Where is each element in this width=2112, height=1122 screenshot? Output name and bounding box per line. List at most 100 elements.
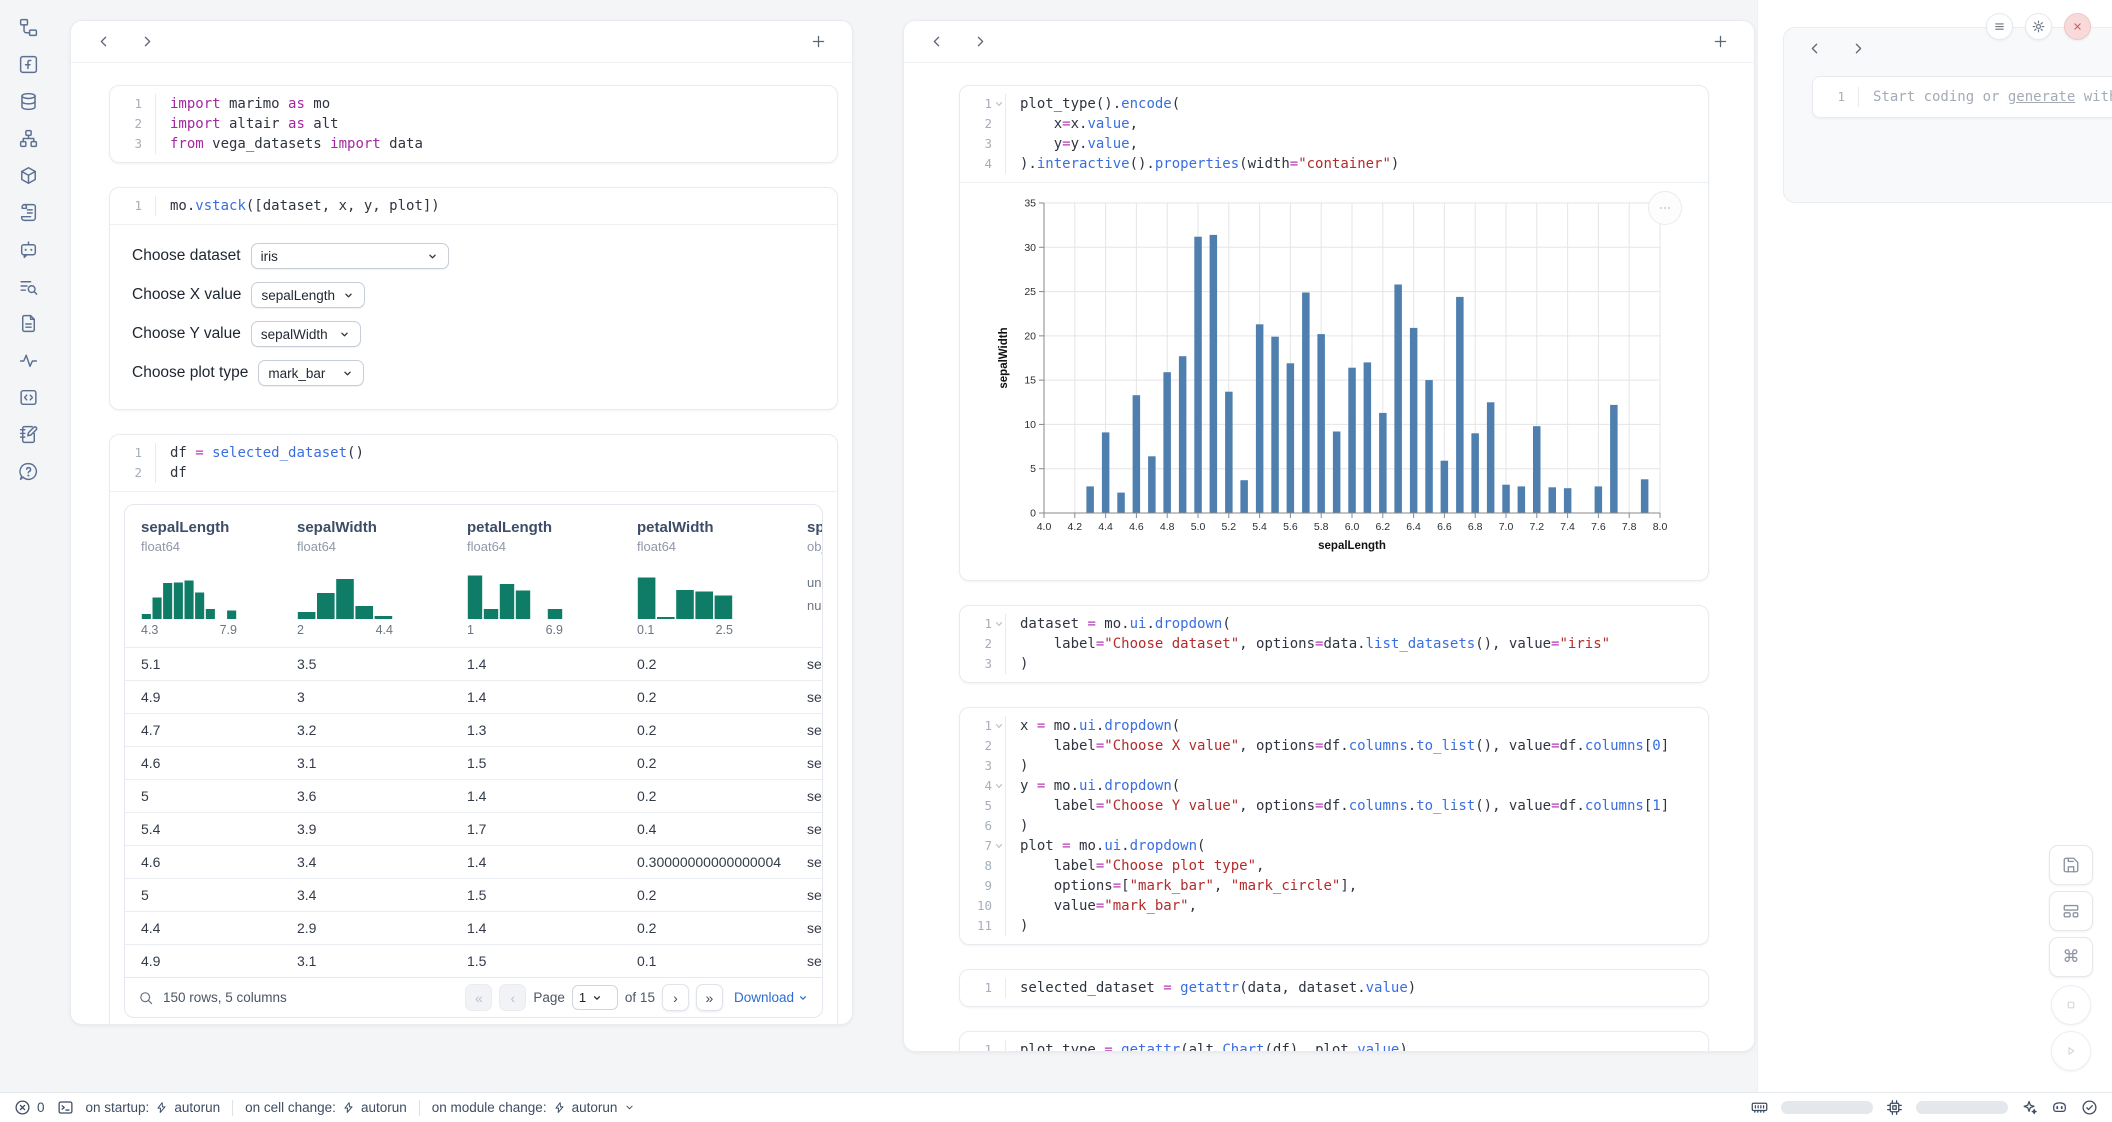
code-editor[interactable]: 1plot_type = getattr(alt.Chart(df), plot… [960, 1032, 1708, 1052]
marimo-app: 1import marimo as mo2import altair as al… [0, 0, 2112, 1122]
last-page-button[interactable]: » [696, 984, 723, 1011]
copilot-icon [2051, 1099, 2068, 1116]
dropdown-choose-y-value[interactable]: sepalWidth [251, 321, 361, 347]
ai-assistant-button[interactable] [2021, 1099, 2038, 1116]
sidebar-item-activity[interactable] [17, 349, 39, 371]
table-cell: 0.4 [621, 821, 791, 837]
on-cell-change-setting[interactable]: on cell change: autorun [245, 1100, 407, 1115]
scratchpad-panel: 1 Start coding or generate with [1783, 27, 2112, 203]
terminal-button[interactable] [57, 1099, 74, 1116]
sidebar-item-scroll[interactable] [17, 201, 39, 223]
cpu-icon [1886, 1099, 1903, 1116]
close-button[interactable] [2064, 13, 2091, 40]
column-header-sepalWidth[interactable]: sepalWidthfloat6424.4 [281, 519, 451, 637]
fold-toggle[interactable] [992, 720, 1005, 732]
code-editor[interactable]: 1dataset = mo.ui.dropdown(2 label="Choos… [960, 606, 1708, 682]
code-editor[interactable]: 1import marimo as mo2import altair as al… [110, 86, 837, 162]
panel-header [71, 21, 852, 63]
dropdown-choose-plot-type[interactable]: mark_bar [258, 360, 364, 386]
fold-marker [142, 200, 155, 212]
dataframe-output: sepalLengthfloat644.37.9sepalWidthfloat6… [110, 491, 837, 1018]
connection-status-button[interactable] [2081, 1099, 2098, 1116]
previous-page-button[interactable]: ‹ [499, 984, 526, 1011]
next-page-button[interactable]: › [662, 984, 689, 1011]
table-cell: 0.2 [621, 656, 791, 672]
divider [419, 1100, 420, 1116]
line-number: 2 [984, 114, 992, 134]
column-header-petalLength[interactable]: petalLengthfloat6416.9 [451, 519, 621, 637]
settings-button[interactable] [2025, 13, 2052, 40]
column-header-petalWidth[interactable]: petalWidthfloat640.12.5 [621, 519, 791, 637]
sidebar-item-database[interactable] [17, 90, 39, 112]
code-editor[interactable]: 1df = selected_dataset()2df [110, 435, 837, 491]
dropdown-choose-x-value[interactable]: sepalLength [251, 282, 365, 308]
svg-text:4.4: 4.4 [1098, 521, 1113, 533]
table-cell: 3.6 [281, 788, 451, 804]
add-cell-button[interactable] [810, 33, 828, 51]
layout-button[interactable] [2049, 891, 2093, 931]
line-number: 1 [134, 94, 142, 114]
dropdown-value: iris [261, 249, 420, 264]
copilot-button[interactable] [2051, 1099, 2068, 1116]
scroll-left-button[interactable] [95, 33, 113, 51]
chart-actions-button[interactable] [1648, 191, 1682, 225]
sidebar-item-notebook-pen[interactable] [17, 423, 39, 445]
scroll-left-button[interactable] [928, 33, 946, 51]
scroll-left-button[interactable] [1806, 39, 1824, 57]
generate-link[interactable]: generate [2008, 89, 2075, 105]
sidebar-item-code-block[interactable] [17, 386, 39, 408]
column-header-sepalLength[interactable]: sepalLengthfloat644.37.9 [125, 519, 281, 637]
sidebar-item-org-chart[interactable] [17, 127, 39, 149]
first-page-button[interactable]: « [465, 984, 492, 1011]
sidebar-item-list-search[interactable] [17, 275, 39, 297]
line-gutter: 6 [960, 816, 1006, 836]
table-cell: 0.2 [621, 788, 791, 804]
fold-toggle[interactable] [992, 840, 1005, 852]
scroll-right-button[interactable] [139, 33, 157, 51]
table-cell: 3.9 [281, 821, 451, 837]
code-editor[interactable]: 1mo.vstack([dataset, x, y, plot]) [110, 188, 837, 224]
download-button[interactable]: Download [734, 990, 809, 1005]
scratchpad-editor[interactable]: 1 Start coding or generate with [1813, 77, 2112, 117]
control-row: Choose datasetiris [132, 243, 815, 269]
svg-text:7.0: 7.0 [1499, 521, 1514, 533]
scroll-right-button[interactable] [1850, 39, 1868, 57]
svg-text:4.8: 4.8 [1160, 521, 1175, 533]
sidebar-item-function-square[interactable] [17, 53, 39, 75]
page-select[interactable]: 1 [572, 985, 618, 1010]
code-editor[interactable]: 1x = mo.ui.dropdown(2 label="Choose X va… [960, 708, 1708, 944]
stop-button[interactable] [2051, 985, 2091, 1025]
altair-bar-chart[interactable]: 4.04.24.44.64.85.05.25.45.65.86.06.26.46… [994, 193, 1674, 565]
bolt-icon [155, 1101, 168, 1114]
code-editor[interactable]: 1selected_dataset = getattr(data, datase… [960, 970, 1708, 1006]
line-number: 3 [134, 134, 142, 154]
sidebar-item-bot-chat[interactable] [17, 238, 39, 260]
column-header-species[interactable]: speciesobjectunique:nulls: [791, 519, 823, 637]
sidebar-item-package[interactable] [17, 164, 39, 186]
save-button[interactable] [2049, 845, 2093, 885]
sidebar-item-file-tree[interactable] [17, 16, 39, 38]
dropdown-choose-dataset[interactable]: iris [251, 243, 449, 269]
dropdown-label: Choose plot type [132, 364, 248, 382]
fold-toggle[interactable] [992, 98, 1005, 110]
scroll-right-button[interactable] [972, 33, 990, 51]
code-editor[interactable]: 1plot_type().encode(2 x=x.value,3 y=y.va… [960, 86, 1708, 182]
add-cell-button[interactable] [1712, 33, 1730, 51]
table-search-button[interactable] [138, 990, 154, 1006]
table-cell: 0.2 [621, 920, 791, 936]
error-counter[interactable]: 0 [14, 1099, 45, 1116]
code-line: 3from vega_datasets import data [110, 134, 837, 154]
run-button[interactable] [2051, 1031, 2091, 1071]
sidebar-item-document[interactable] [17, 312, 39, 334]
fold-toggle[interactable] [992, 780, 1005, 792]
on-startup-setting[interactable]: on startup: autorun [86, 1100, 221, 1115]
gear-icon [2031, 19, 2046, 34]
menu-button[interactable] [1986, 13, 2013, 40]
on-module-change-setting[interactable]: on module change: autorun [432, 1100, 637, 1115]
plus-icon [1712, 33, 1729, 50]
fold-toggle[interactable] [992, 618, 1005, 630]
command-palette-button[interactable]: ⌘ [2049, 937, 2093, 977]
sparkles-icon [2021, 1099, 2038, 1116]
column-name: sepalWidth [297, 519, 451, 536]
sidebar-item-help-chat[interactable] [17, 460, 39, 482]
